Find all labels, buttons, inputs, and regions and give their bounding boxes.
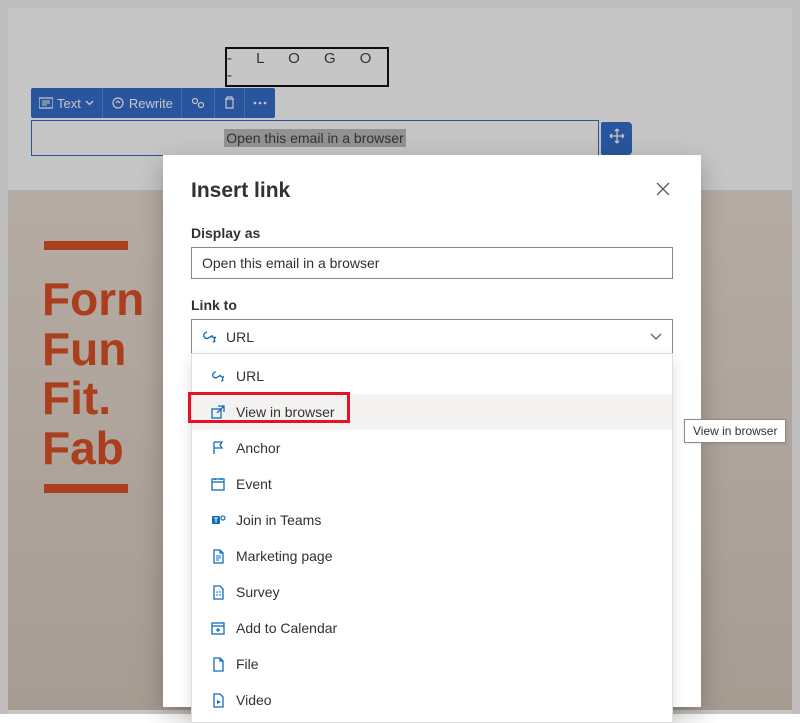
svg-text:T: T [213, 518, 218, 525]
insert-link-dialog: Insert link Display as Link to URL URL V… [163, 155, 701, 707]
option-add-calendar[interactable]: Add to Calendar [192, 610, 672, 646]
calendar-icon [210, 477, 226, 491]
link-to-label: Link to [191, 297, 673, 313]
option-video[interactable]: Video [192, 682, 672, 718]
option-event[interactable]: Event [192, 466, 672, 502]
option-anchor[interactable]: Anchor [192, 430, 672, 466]
page-icon [210, 549, 226, 564]
option-file[interactable]: File [192, 646, 672, 682]
link-to-options: URL View in browser Anchor Event T Join … [191, 353, 673, 723]
external-icon [210, 405, 226, 419]
option-teams[interactable]: T Join in Teams [192, 502, 672, 538]
link-to-dropdown[interactable]: URL URL View in browser Anchor Event [191, 319, 673, 354]
survey-icon [210, 585, 226, 600]
link-icon [210, 370, 226, 383]
option-marketing-page[interactable]: Marketing page [192, 538, 672, 574]
display-as-input[interactable] [191, 247, 673, 279]
display-as-label: Display as [191, 225, 673, 241]
tooltip: View in browser [684, 419, 786, 443]
link-icon [202, 330, 218, 344]
cal-add-icon [210, 621, 226, 635]
option-view-in-browser[interactable]: View in browser [192, 394, 672, 430]
dialog-title: Insert link [191, 179, 290, 203]
teams-icon: T [210, 513, 226, 527]
option-url[interactable]: URL [192, 358, 672, 394]
flag-icon [210, 441, 226, 455]
video-icon [210, 693, 226, 708]
link-to-selected: URL [226, 329, 650, 345]
option-survey[interactable]: Survey [192, 574, 672, 610]
file-icon [210, 657, 226, 672]
close-button[interactable] [653, 181, 673, 201]
chevron-down-icon [650, 328, 662, 346]
close-icon [656, 182, 670, 201]
